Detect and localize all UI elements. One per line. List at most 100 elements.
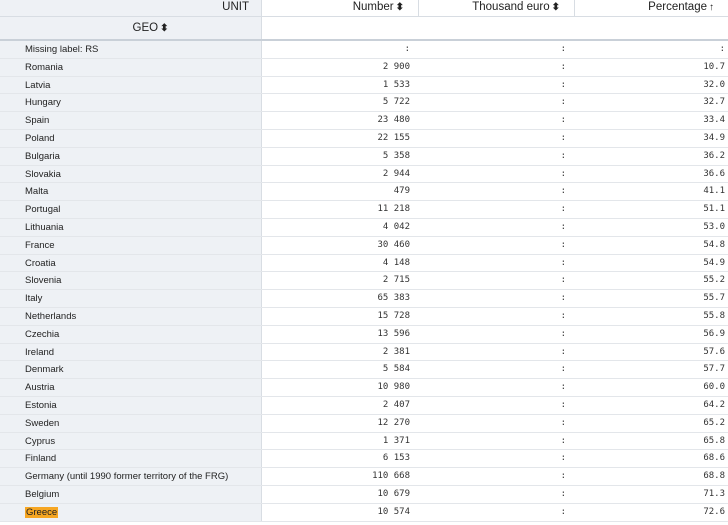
thousand-euro-cell: : (419, 166, 575, 183)
geo-cell[interactable]: Poland (0, 129, 262, 147)
geo-cell[interactable]: Romania (0, 58, 262, 76)
table-row: Italy 65 383: 55.7 (0, 290, 728, 308)
sort-both-icon[interactable]: ⬍ (396, 2, 404, 13)
data-table-body: Missing label: RS::: Romania 2 900:10.7 Lat… (0, 41, 728, 522)
number-cell: 1 533 (263, 77, 419, 94)
percentage-cell: 54.9 (575, 255, 728, 272)
geo-cell-text: Estonia (25, 399, 57, 411)
percentage-cell: : (575, 41, 728, 58)
number-cell: 1 371 (263, 433, 419, 450)
table-row: Malta 479: 41.1 (0, 183, 728, 202)
percentage-cell: 60.0 (575, 379, 728, 396)
geo-cell[interactable]: Finland (0, 450, 262, 468)
number-cell: 10 980 (263, 379, 419, 396)
percentage-cell: 53.0 (575, 219, 728, 236)
number-cell-text: 12 270 (377, 417, 410, 428)
geo-cell-text: Czechia (25, 328, 60, 340)
geo-cell[interactable]: Bulgaria (0, 147, 262, 165)
number-cell-text: 2 715 (382, 275, 410, 286)
geo-cell[interactable]: Germany (until 1990 former territory of … (0, 468, 262, 485)
percentage-cell-text: 54.9 (703, 257, 725, 268)
thousand-euro-cell-text: : (560, 275, 566, 286)
geo-cell[interactable]: Malta (0, 183, 262, 201)
percentage-header-label: Percentage (648, 1, 707, 13)
geo-cell[interactable]: Estonia (0, 396, 262, 414)
number-cell: 2 715 (263, 272, 419, 289)
number-cell-text: : (404, 44, 410, 54)
geo-cell[interactable]: Italy (0, 290, 262, 307)
unit-header: UNIT (0, 0, 262, 16)
percentage-cell-text: : (719, 44, 725, 54)
geo-cell[interactable]: Czechia (0, 325, 262, 343)
percentage-cell: 55.8 (575, 308, 728, 325)
geo-cell-text: Lithuania (25, 221, 64, 233)
sort-both-icon[interactable]: ⬍ (160, 23, 168, 34)
geo-cell[interactable]: Netherlands (0, 307, 262, 325)
geo-cell[interactable]: Slovakia (0, 165, 262, 183)
geo-cell-text: Austria (25, 382, 55, 394)
number-cell-text: 6 153 (382, 453, 410, 464)
thousand-euro-column-header[interactable]: Thousand euro ⬍ (419, 0, 575, 16)
thousand-euro-cell-text: : (560, 150, 566, 161)
thousand-euro-cell-text: : (560, 346, 566, 357)
geo-cell[interactable]: Ireland (0, 343, 262, 361)
geo-cell[interactable]: Austria (0, 379, 262, 396)
geo-cell-text: Finland (25, 453, 57, 465)
geo-cell[interactable]: Croatia (0, 254, 262, 272)
percentage-cell-text: 51.1 (703, 204, 725, 215)
geo-cell[interactable]: Missing label: RS (0, 41, 262, 58)
percentage-cell: 65.2 (575, 415, 728, 432)
percentage-cell: 10.7 (575, 59, 728, 76)
thousand-euro-cell-text: : (560, 221, 566, 232)
percentage-cell: 41.1 (575, 183, 728, 200)
number-cell-text: 110 668 (372, 471, 410, 482)
geo-cell[interactable]: Greece (0, 503, 262, 521)
number-cell-text: 2 381 (382, 346, 410, 357)
percentage-cell-text: 60.0 (703, 382, 725, 393)
sort-both-icon[interactable]: ⬍ (552, 2, 560, 13)
number-cell: 2 381 (263, 344, 419, 361)
thousand-euro-cell: : (419, 379, 575, 396)
geo-cell-text: Croatia (25, 257, 56, 269)
geo-cell[interactable]: Sweden (0, 414, 262, 432)
geo-column-header[interactable]: GEO ⬍ (0, 17, 262, 39)
percentage-cell-text: 33.4 (703, 115, 725, 126)
geo-cell[interactable]: Spain (0, 112, 262, 129)
geo-cell[interactable]: Cyprus (0, 432, 262, 450)
geo-cell-text: Poland (25, 132, 55, 144)
percentage-cell: 68.8 (575, 468, 728, 485)
table-row: Portugal 11 218: 51.1 (0, 201, 728, 219)
thousand-euro-cell: : (419, 397, 575, 414)
table-row: France 30 460: 54.8 (0, 236, 728, 255)
geo-cell-text: Slovenia (25, 275, 62, 287)
number-column-header[interactable]: Number ⬍ (263, 0, 419, 16)
number-cell: 30 460 (263, 237, 419, 254)
geo-cell[interactable]: Belgium (0, 485, 262, 503)
number-cell-text: 13 596 (377, 328, 410, 339)
geo-cell[interactable]: France (0, 236, 262, 254)
geo-cell-text: Denmark (25, 364, 64, 376)
percentage-cell: 55.7 (575, 290, 728, 307)
sort-ascending-icon[interactable]: ↑ (709, 2, 714, 13)
thousand-euro-cell: : (419, 326, 575, 343)
thousand-euro-cell: : (419, 290, 575, 307)
percentage-cell-text: 36.6 (703, 168, 725, 179)
table-row: Finland 6 153: 68.6 (0, 450, 728, 469)
geo-cell[interactable]: Portugal (0, 201, 262, 218)
percentage-column-header[interactable]: Percentage ↑ (575, 0, 728, 16)
geo-cell[interactable]: Latvia (0, 76, 262, 94)
geo-cell[interactable]: Slovenia (0, 272, 262, 290)
thousand-euro-cell-text: : (560, 399, 566, 410)
geo-cell[interactable]: Lithuania (0, 218, 262, 236)
geo-cell[interactable]: Denmark (0, 361, 262, 379)
thousand-euro-cell-text: : (560, 293, 566, 304)
geo-cell-text: Romania (25, 61, 64, 73)
percentage-cell: 65.8 (575, 433, 728, 450)
geo-cell[interactable]: Hungary (0, 94, 262, 112)
table-row: Romania 2 900: 10.7 (0, 58, 728, 77)
table-row: Poland 22 155: 34.9 (0, 129, 728, 148)
geo-cell-text: Cyprus (25, 435, 56, 447)
thousand-euro-cell: : (419, 112, 575, 129)
number-cell-text: 65 383 (377, 293, 410, 304)
table-row: Cyprus 1 371: 65.8 (0, 432, 728, 451)
